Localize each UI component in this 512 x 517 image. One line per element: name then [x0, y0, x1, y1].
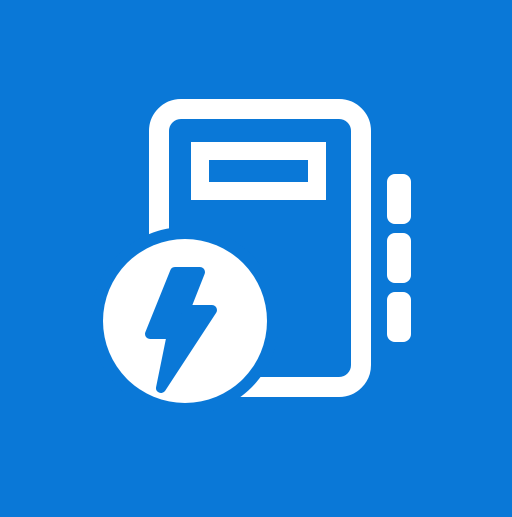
tab-2: [387, 233, 411, 283]
icon-background: [0, 0, 512, 512]
app-icon: [0, 0, 512, 512]
tab-1: [387, 174, 411, 224]
tab-3: [387, 292, 411, 342]
notebook-tabs: [387, 174, 411, 342]
notebook-lightning-icon: [0, 0, 512, 512]
